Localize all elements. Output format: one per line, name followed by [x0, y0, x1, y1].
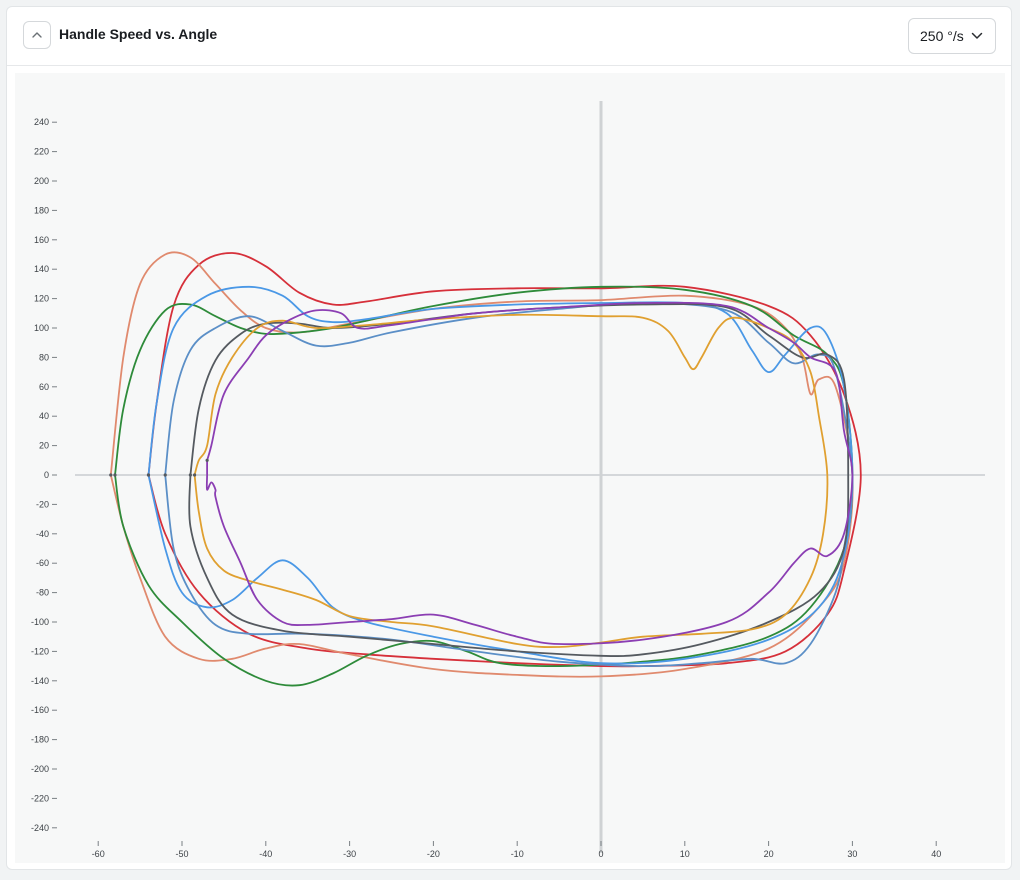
- chevron-up-icon: [32, 32, 42, 38]
- y-tick-label: -140: [31, 676, 49, 686]
- zero-crossing-marker: [146, 473, 151, 477]
- speed-scale-value: 250 °/s: [920, 28, 964, 44]
- x-tick-label: -40: [259, 849, 272, 859]
- chart-card: Handle Speed vs. Angle 250 °/s 240 220 200…: [6, 6, 1012, 870]
- collapse-button[interactable]: [23, 21, 51, 49]
- x-tick-label: -20: [427, 849, 440, 859]
- y-tick-label: -60: [36, 558, 49, 568]
- y-tick-label: 20: [39, 441, 49, 451]
- x-tick-label: 10: [680, 849, 690, 859]
- zero-crossing-marker: [188, 473, 192, 477]
- zero-crossing-marker: [205, 458, 209, 462]
- y-tick-label: -20: [36, 499, 49, 509]
- zero-crossing-marker: [113, 473, 117, 477]
- x-tick-label: 40: [931, 849, 941, 859]
- y-tick-label: -120: [31, 646, 49, 656]
- y-tick-label: 80: [39, 352, 49, 362]
- plot-background: [15, 73, 1005, 863]
- y-tick-label: 100: [34, 323, 49, 333]
- x-tick-label: -50: [175, 849, 188, 859]
- x-tick-label: -10: [511, 849, 524, 859]
- zero-crossing-marker: [109, 473, 113, 477]
- y-tick-label: 200: [34, 176, 49, 186]
- plot-area: 240 220 200 180 160 140 120 100 80 60 40 20 0 -20 -40-…: [15, 73, 1005, 863]
- x-tick-label: 0: [598, 849, 603, 859]
- y-tick-label: 220: [34, 147, 49, 157]
- x-tick-label: 20: [764, 849, 774, 859]
- x-tick-label: -30: [343, 849, 356, 859]
- card-header: Handle Speed vs. Angle 250 °/s: [7, 7, 1011, 66]
- y-tick-label: -180: [31, 735, 49, 745]
- x-tick-label: -60: [92, 849, 105, 859]
- chevron-down-icon: [971, 32, 983, 39]
- y-tick-label: 140: [34, 264, 49, 274]
- y-tick-label: -240: [31, 823, 49, 833]
- y-tick-label: 180: [34, 205, 49, 215]
- y-tick-label: -100: [31, 617, 49, 627]
- zero-crossing-marker: [192, 473, 197, 477]
- chart-svg: 240220200180160140120100806040200-20-40-…: [15, 73, 1005, 863]
- y-tick-label: 0: [44, 470, 49, 480]
- y-tick-label: -160: [31, 705, 49, 715]
- zero-crossing-marker: [163, 473, 167, 477]
- y-tick-label: 120: [34, 294, 49, 304]
- speed-scale-select[interactable]: 250 °/s: [908, 18, 996, 54]
- y-tick-label: 240: [34, 117, 49, 127]
- y-tick-label: -40: [36, 529, 49, 539]
- chart-title: Handle Speed vs. Angle: [59, 26, 218, 42]
- x-tick-label: 30: [847, 849, 857, 859]
- y-tick-label: 160: [34, 235, 49, 245]
- y-tick-label: -220: [31, 793, 49, 803]
- y-tick-label: 60: [39, 382, 49, 392]
- y-tick-label: -80: [36, 588, 49, 598]
- y-tick-label: 40: [39, 411, 49, 421]
- y-tick-label: -200: [31, 764, 49, 774]
